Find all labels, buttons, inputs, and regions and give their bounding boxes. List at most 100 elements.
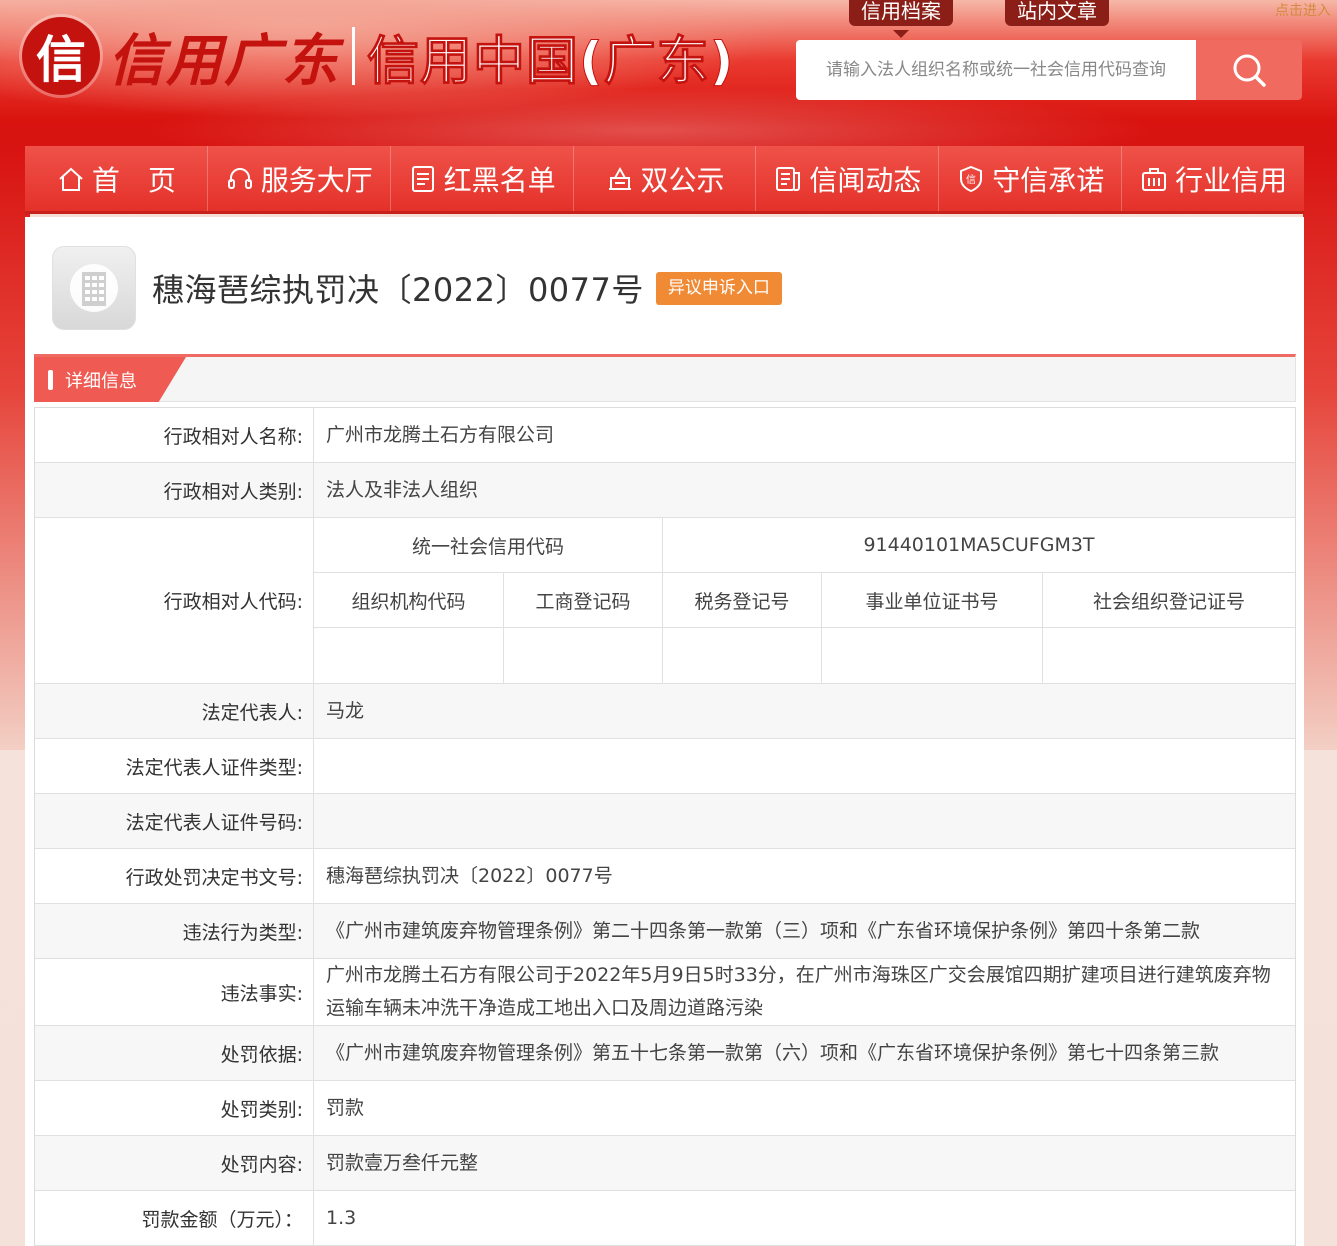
- row-value: [314, 739, 1295, 793]
- code-header: 事业单位证书号: [822, 573, 1043, 627]
- nav-item-service-hall[interactable]: 服务大厅: [208, 146, 391, 211]
- announce-icon: [605, 164, 635, 194]
- appeal-button[interactable]: 异议申诉入口: [655, 271, 782, 305]
- nav-item-integrity-pledge[interactable]: 信 守信承诺: [939, 146, 1123, 211]
- section-marker: [48, 369, 53, 390]
- code-header: 社会组织登记证号: [1092, 590, 1245, 613]
- table-row: 罚款金额（万元）： 1.3: [35, 1191, 1295, 1246]
- row-label: 处罚依据:: [35, 1026, 314, 1080]
- code-grid-row: 组织机构代码 工商登记码 税务登记号 事业单位证书号 社会组织登记证号: [314, 573, 1295, 628]
- nav-item-label: 服务大厅: [260, 163, 373, 197]
- news-icon: [773, 164, 803, 194]
- row-label: 法定代表人证件类型:: [35, 739, 314, 793]
- row-label: 行政处罚决定书文号:: [35, 849, 314, 903]
- row-value: 《广州市建筑废弃物管理条例》第五十七条第一款第（六）项和《广东省环境保护条例》第…: [326, 1041, 1220, 1064]
- details-table: 行政相对人名称: 广州市龙腾土石方有限公司 行政相对人类别: 法人及非法人组织 …: [34, 407, 1296, 1246]
- code-value: [822, 628, 1043, 683]
- code-value: [1043, 628, 1295, 683]
- nav-item-double-publicity[interactable]: 双公示: [574, 146, 757, 211]
- list-icon: [408, 164, 438, 194]
- tab-site-articles[interactable]: 站内文章: [1005, 0, 1109, 26]
- code-value: [504, 628, 663, 683]
- tab-credit-archive[interactable]: 信用档案: [849, 0, 953, 38]
- row-label: 违法行为类型:: [35, 904, 314, 958]
- code-grid-row: 统一社会信用代码 91440101MA5CUFGM3T: [314, 518, 1295, 573]
- row-value: 罚款: [326, 1096, 365, 1119]
- row-value: 1.3: [326, 1206, 357, 1229]
- nav-item-label: 行业信用: [1175, 163, 1288, 197]
- row-label: 行政相对人名称:: [35, 408, 314, 462]
- table-row: 法定代表人证件类型:: [35, 739, 1295, 794]
- search-icon: [1233, 54, 1266, 87]
- home-icon: [56, 164, 86, 194]
- row-label: 法定代表人:: [35, 684, 314, 738]
- nav-item-red-black-list[interactable]: 红黑名单: [391, 146, 574, 211]
- svg-text:信: 信: [966, 174, 976, 186]
- code-value: [314, 628, 504, 683]
- code-header: 工商登记码: [504, 573, 663, 627]
- nav-item-label: 红黑名单: [443, 163, 556, 197]
- table-row: 法定代表人: 马龙: [35, 684, 1295, 739]
- page-title: 穗海琶综执罚决〔2022〕0077号: [152, 271, 644, 309]
- building-icon: [52, 246, 136, 330]
- main-content: 穗海琶综执罚决〔2022〕0077号 异议申诉入口 详细信息 行政相对人名称: …: [25, 217, 1304, 1246]
- section-header: 详细信息: [34, 354, 1296, 402]
- row-value: 《广州市建筑废弃物管理条例》第二十四条第一款第（三）项和《广东省环境保护条例》第…: [326, 919, 1201, 942]
- briefcase-icon: [1139, 164, 1169, 194]
- top-tabs: 信用档案 站内文章: [849, 0, 1109, 38]
- row-value: [314, 794, 1295, 848]
- code-header: 税务登记号: [663, 573, 822, 627]
- nav-item-home[interactable]: 首 页: [25, 146, 208, 211]
- section-tab-label: 详细信息: [65, 370, 137, 392]
- main-nav: 首 页 服务大厅 红黑名单 双公示 信闻动态 信 守信承诺 行业信用: [25, 146, 1304, 214]
- row-value: 广州市龙腾土石方有限公司: [326, 423, 555, 446]
- table-row: 行政相对人类别: 法人及非法人组织: [35, 463, 1295, 518]
- table-row: 处罚依据: 《广州市建筑废弃物管理条例》第五十七条第一款第（六）项和《广东省环境…: [35, 1026, 1295, 1081]
- code-header: 组织机构代码: [314, 573, 504, 627]
- table-row: 法定代表人证件号码:: [35, 794, 1295, 849]
- corner-entry-link[interactable]: 点击进入: [1269, 0, 1337, 20]
- row-value: 马龙: [326, 699, 365, 722]
- row-label: 处罚类别:: [35, 1081, 314, 1135]
- table-row: 违法事实: 广州市龙腾土石方有限公司于2022年5月9日5时33分，在广州市海珠…: [35, 959, 1295, 1026]
- code-header: 统一社会信用代码: [314, 518, 663, 572]
- search-input[interactable]: [796, 40, 1196, 100]
- search-box: [796, 40, 1302, 100]
- row-value: 穗海琶综执罚决〔2022〕0077号: [326, 864, 613, 887]
- record-title-row: 穗海琶综执罚决〔2022〕0077号 异议申诉入口: [52, 246, 782, 330]
- code-value: [663, 628, 822, 683]
- logo-mark: 信: [22, 17, 100, 95]
- nav-item-label: 首 页: [91, 163, 176, 197]
- site-logo[interactable]: 信 信用广东 信用中国(广东): [22, 8, 735, 104]
- row-label: 法定代表人证件号码:: [35, 794, 314, 848]
- row-label: 处罚内容:: [35, 1136, 314, 1190]
- logo-title: 信用中国(广东): [367, 31, 735, 92]
- nav-item-industry-credit[interactable]: 行业信用: [1122, 146, 1304, 211]
- code-grid: 统一社会信用代码 91440101MA5CUFGM3T 组织机构代码 工商登记码…: [314, 518, 1295, 683]
- nav-item-label: 双公示: [640, 163, 725, 197]
- shield-icon: 信: [956, 164, 986, 194]
- code-grid-row: [314, 628, 1295, 683]
- logo-divider: [352, 27, 355, 85]
- nav-item-label: 守信承诺: [992, 163, 1105, 197]
- row-label: 罚款金额（万元）：: [35, 1191, 314, 1245]
- code-value: 91440101MA5CUFGM3T: [863, 534, 1095, 556]
- table-row: 违法行为类型: 《广州市建筑废弃物管理条例》第二十四条第一款第（三）项和《广东省…: [35, 904, 1295, 959]
- row-label: 行政相对人代码:: [35, 518, 314, 683]
- table-row: 行政处罚决定书文号: 穗海琶综执罚决〔2022〕0077号: [35, 849, 1295, 904]
- headset-icon: [225, 164, 255, 194]
- row-label: 行政相对人类别:: [35, 463, 314, 517]
- section-tab-details[interactable]: 详细信息: [34, 357, 186, 402]
- table-row: 处罚内容: 罚款壹万叁仟元整: [35, 1136, 1295, 1191]
- row-value: 广州市龙腾土石方有限公司于2022年5月9日5时33分，在广州市海珠区广交会展馆…: [326, 964, 1271, 1019]
- table-row: 处罚类别: 罚款: [35, 1081, 1295, 1136]
- search-button[interactable]: [1196, 40, 1302, 100]
- nav-item-label: 信闻动态: [809, 163, 922, 197]
- background-decoration-right: [1303, 150, 1337, 750]
- nav-item-news[interactable]: 信闻动态: [756, 146, 940, 211]
- row-label: 违法事实:: [35, 959, 314, 1025]
- table-row-codes: 行政相对人代码: 统一社会信用代码 91440101MA5CUFGM3T 组织机…: [35, 518, 1295, 684]
- row-value: 罚款壹万叁仟元整: [326, 1151, 479, 1174]
- table-row: 行政相对人名称: 广州市龙腾土石方有限公司: [35, 408, 1295, 463]
- row-value: 法人及非法人组织: [326, 478, 479, 501]
